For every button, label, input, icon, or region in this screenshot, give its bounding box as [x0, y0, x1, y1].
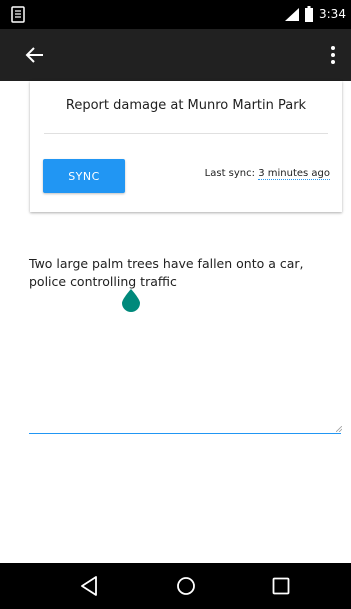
last-sync-value: 3 minutes ago — [258, 168, 330, 180]
more-vert-icon[interactable] — [327, 44, 339, 66]
text-cursor-handle[interactable] — [121, 288, 141, 312]
battery-icon — [305, 6, 313, 22]
last-sync-label: Last sync: — [204, 168, 259, 179]
note-textarea[interactable]: Two large palm trees have fallen onto a … — [29, 255, 341, 434]
signal-icon — [285, 8, 299, 21]
nav-recents-icon[interactable] — [272, 577, 290, 595]
nav-back-icon[interactable] — [80, 576, 98, 596]
status-bar: 3:34 — [0, 0, 351, 29]
resize-grip-icon[interactable] — [336, 426, 342, 432]
navigation-bar — [0, 563, 351, 609]
app-bar — [0, 29, 351, 81]
nav-home-icon[interactable] — [176, 576, 196, 596]
last-sync-status: Last sync: 3 minutes ago — [205, 167, 330, 181]
sync-button[interactable]: SYNC — [43, 159, 125, 193]
card-divider — [44, 133, 328, 134]
report-card: Report damage at Munro Martin Park SYNC … — [30, 81, 342, 212]
status-time: 3:34 — [319, 7, 346, 21]
notification-icon — [11, 6, 25, 23]
card-title: Report damage at Munro Martin Park — [65, 98, 307, 113]
back-arrow-icon[interactable] — [24, 44, 46, 66]
